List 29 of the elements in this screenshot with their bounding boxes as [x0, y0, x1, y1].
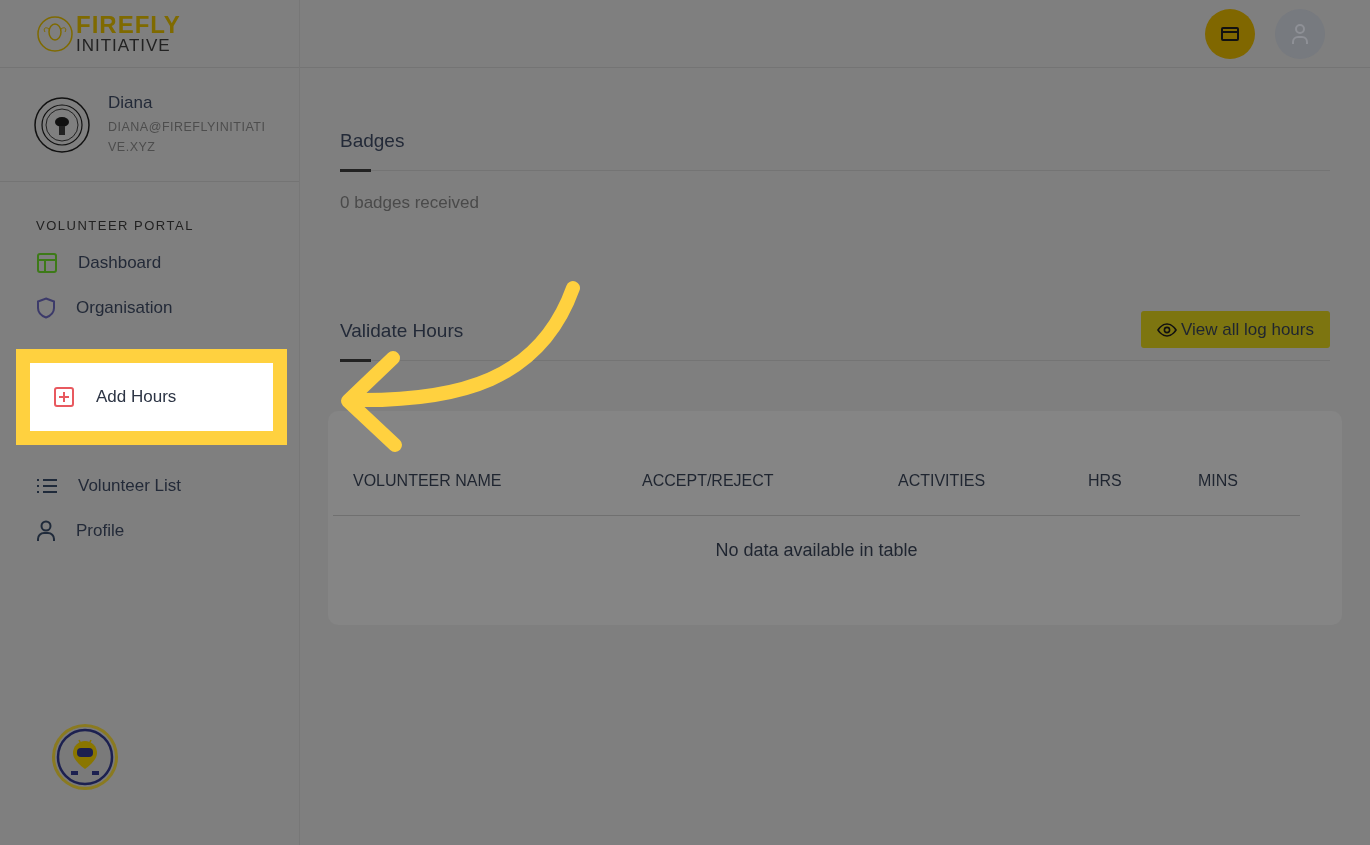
plus-square-icon [54, 387, 74, 407]
credit-card-icon [1221, 26, 1239, 41]
nav-item[interactable]: Volunteer List [0, 464, 299, 509]
logo-title: FIREFLY [76, 13, 181, 37]
empty-table-message: No data available in table [714, 540, 919, 561]
column-header: ACTIVITIES [898, 472, 987, 490]
section-title: VOLUNTEER PORTAL [36, 218, 195, 233]
firefly-logo-icon [36, 14, 74, 53]
user-icon [36, 519, 56, 542]
logo-subtitle: INITIATIVE [76, 37, 172, 54]
section-heading: Badges [340, 130, 406, 152]
view-log-hours-button[interactable]: View all log hours [1141, 311, 1330, 348]
shield-icon [36, 296, 56, 319]
column-header: VOLUNTEER NAME [353, 472, 503, 490]
highlighted-nav-item[interactable]: Add Hours [16, 349, 287, 445]
column-header: HRS [1088, 472, 1123, 490]
column-header: MINS [1198, 472, 1239, 490]
eye-icon [1157, 322, 1178, 337]
user-name: Diana [108, 92, 154, 113]
avatar-icon [34, 96, 90, 153]
nav-item[interactable]: Organisation [0, 285, 299, 330]
section-heading: Validate Hours [340, 320, 465, 342]
layout-icon [36, 252, 58, 275]
card-icon-button[interactable] [1205, 8, 1255, 59]
list-icon [36, 478, 58, 495]
nav-item[interactable]: Dashboard [0, 241, 299, 286]
nav-item[interactable]: Profile [0, 508, 299, 553]
robot-badge-icon [51, 723, 119, 791]
column-header: ACCEPT/REJECT [642, 472, 775, 490]
